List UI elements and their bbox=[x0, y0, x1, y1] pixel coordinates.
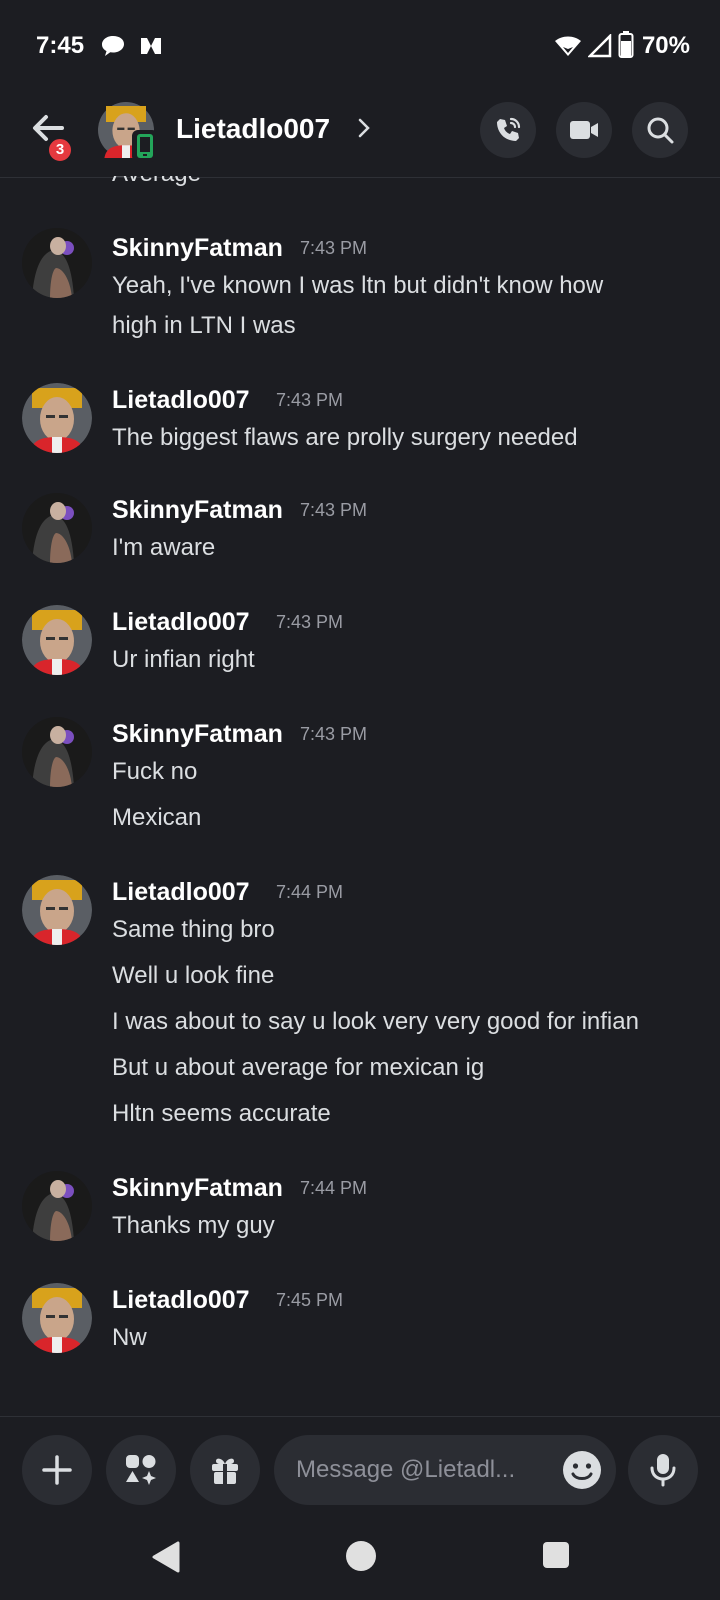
emoji-button[interactable] bbox=[562, 1450, 602, 1490]
microphone-icon bbox=[650, 1454, 676, 1487]
avatar[interactable] bbox=[22, 493, 92, 563]
nav-back-button[interactable] bbox=[150, 1540, 182, 1579]
message-text: Nw bbox=[112, 1324, 147, 1351]
message-timestamp: 7:45 PM bbox=[276, 1290, 344, 1310]
video-call-button[interactable] bbox=[556, 102, 612, 158]
voice-call-button[interactable] bbox=[480, 102, 536, 158]
message-timestamp: 7:43 PM bbox=[276, 612, 344, 632]
message-author[interactable]: Lietadlo007 bbox=[112, 386, 250, 415]
message-text: high in LTN I was bbox=[112, 312, 296, 339]
apps-icon bbox=[126, 1455, 156, 1485]
call-icon bbox=[497, 117, 521, 141]
chat-bubble-icon bbox=[100, 34, 126, 63]
message-text: Same thing bro bbox=[112, 916, 275, 943]
nav-home-button[interactable] bbox=[345, 1540, 377, 1577]
video-icon bbox=[570, 121, 598, 139]
status-time: 7:45 bbox=[36, 32, 85, 59]
message-text: Mexican bbox=[112, 804, 202, 831]
add-attachment-button[interactable] bbox=[22, 1435, 92, 1505]
signal-icon bbox=[586, 32, 612, 63]
message-timestamp: 7:43 PM bbox=[276, 390, 344, 410]
message-text: Well u look fine bbox=[112, 962, 275, 989]
message-text: But u about average for mexican ig bbox=[112, 1054, 485, 1081]
voice-message-button[interactable] bbox=[628, 1435, 698, 1505]
message-timestamp: 7:43 PM bbox=[300, 238, 368, 258]
wifi-icon bbox=[554, 34, 582, 63]
battery-percent: 70% bbox=[641, 32, 690, 59]
channel-title[interactable]: Lietadlo007 bbox=[176, 113, 330, 145]
message-timestamp: 7:43 PM bbox=[300, 724, 368, 744]
message-timestamp: 7:44 PM bbox=[300, 1178, 368, 1198]
apps-button[interactable] bbox=[106, 1435, 176, 1505]
avatar[interactable] bbox=[22, 1171, 92, 1241]
recents-square-icon bbox=[543, 1542, 569, 1568]
avatar[interactable] bbox=[22, 717, 92, 787]
avatar[interactable] bbox=[22, 875, 92, 945]
app-icon bbox=[138, 34, 164, 63]
battery-icon bbox=[618, 31, 634, 64]
message-text: Thanks my guy bbox=[112, 1212, 275, 1239]
message-text: I'm aware bbox=[112, 534, 216, 561]
message-input[interactable] bbox=[296, 1435, 546, 1505]
avatar[interactable] bbox=[22, 1283, 92, 1353]
avatar[interactable] bbox=[22, 228, 92, 298]
avatar[interactable] bbox=[22, 383, 92, 453]
channel-header: 3 Lietadlo007 bbox=[0, 92, 720, 178]
message-author[interactable]: SkinnyFatman bbox=[112, 234, 283, 263]
message-author[interactable]: Lietadlo007 bbox=[112, 1286, 250, 1315]
message-text: Fuck no bbox=[112, 758, 198, 785]
message-author[interactable]: SkinnyFatman bbox=[112, 720, 283, 749]
plus-icon bbox=[42, 1455, 72, 1485]
message-author[interactable]: SkinnyFatman bbox=[112, 496, 283, 525]
search-button[interactable] bbox=[632, 102, 688, 158]
message-text: The biggest flaws are prolly surgery nee… bbox=[112, 424, 578, 451]
unread-badge: 3 bbox=[46, 136, 74, 164]
gift-icon bbox=[212, 1458, 238, 1484]
message-author[interactable]: Lietadlo007 bbox=[112, 608, 250, 637]
gift-button[interactable] bbox=[190, 1435, 260, 1505]
message-text: I was about to say u look very very good… bbox=[112, 1008, 639, 1035]
message-author[interactable]: Lietadlo007 bbox=[112, 878, 250, 907]
search-icon bbox=[647, 117, 674, 144]
nav-recents-button[interactable] bbox=[541, 1540, 571, 1575]
message-composer bbox=[0, 1416, 720, 1516]
message-text: Hltn seems accurate bbox=[112, 1100, 331, 1127]
message-author[interactable]: SkinnyFatman bbox=[112, 1174, 283, 1203]
home-circle-icon bbox=[346, 1541, 376, 1571]
message-text: Ur infian right bbox=[112, 646, 255, 673]
system-nav-bar bbox=[0, 1516, 720, 1600]
status-bar: 7:45 70% bbox=[0, 0, 720, 92]
back-triangle-icon bbox=[152, 1541, 180, 1573]
chevron-right-icon[interactable] bbox=[356, 114, 372, 147]
emoji-icon bbox=[563, 1451, 601, 1489]
message-timestamp: 7:44 PM bbox=[276, 882, 344, 902]
message-input-container bbox=[274, 1435, 616, 1505]
mobile-status-icon bbox=[132, 130, 158, 162]
avatar[interactable] bbox=[22, 605, 92, 675]
message-timestamp: 7:43 PM bbox=[300, 500, 368, 520]
message-text: Yeah, I've known I was ltn but didn't kn… bbox=[112, 272, 604, 299]
